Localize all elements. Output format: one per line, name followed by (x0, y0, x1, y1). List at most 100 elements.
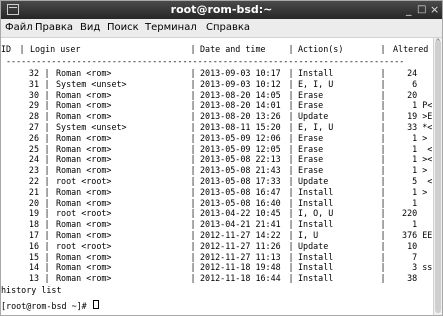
column-separator: | (44, 208, 50, 219)
row-date-time: 2013-04-21 21:41 (200, 219, 281, 230)
row-id: 20 (28, 197, 39, 208)
header-login-user: Login user (30, 44, 81, 54)
row-login-user: Roman <rom> (56, 132, 112, 143)
row-action: I, O, U (298, 208, 334, 219)
menu-edit[interactable]: Правка (35, 21, 73, 34)
row-date-time: 2013-09-03 10:17 (200, 68, 281, 78)
column-separator: | (44, 165, 50, 176)
menu-bar: Файл Правка Вид Поиск Терминал Справка (1, 19, 442, 38)
column-separator: | (190, 165, 196, 176)
row-login-user: Roman <rom> (56, 230, 112, 240)
menu-view[interactable]: Вид (80, 21, 100, 34)
row-action: Erase (298, 165, 324, 176)
column-separator: | (380, 165, 386, 176)
header-actions: Action(s) (298, 44, 344, 54)
column-separator: | (288, 262, 294, 273)
column-separator: | (380, 111, 386, 122)
row-login-user: Roman <rom> (56, 143, 112, 154)
row-date-time: 2013-08-20 14:05 (200, 89, 281, 100)
column-separator: | (288, 176, 294, 186)
column-separator: | (190, 111, 196, 122)
row-action: Install (298, 186, 334, 197)
column-separator: | (44, 100, 50, 111)
column-separator: | (190, 78, 196, 89)
header-divider: ----------------------------------------… (6, 56, 405, 66)
table-row: 14 | Roman <rom> | 2012-11-18 19:48 | Install |… (1, 262, 433, 272)
scroll-up-arrow-icon[interactable]: ^ (435, 38, 442, 46)
row-id: 18 (28, 219, 39, 230)
column-separator: | (190, 208, 196, 219)
column-separator: | (190, 176, 196, 186)
row-altered: 38 (397, 273, 418, 284)
row-id: 14 (28, 262, 39, 273)
column-separator: | (288, 89, 294, 100)
row-login-user: root <root> (56, 240, 112, 251)
table-row: 30 | Roman <rom> | 2013-08-20 14:05 | Erase | 2… (1, 90, 433, 100)
column-separator: | (380, 100, 386, 111)
column-separator: | (380, 154, 386, 165)
row-id: 17 (28, 230, 39, 240)
title-bar[interactable]: root@rom-bsd:~ _ □ × (1, 1, 442, 19)
column-separator: | (190, 262, 196, 273)
table-row: 15 | Roman <rom> | 2012-11-27 11:13 | Install |… (1, 252, 433, 262)
column-separator: | (380, 208, 386, 219)
menu-terminal[interactable]: Терминал (145, 21, 197, 34)
vertical-scrollbar[interactable]: ^ (433, 38, 442, 315)
row-date-time: 2012-11-27 11:13 (200, 251, 281, 262)
row-id: 24 (28, 154, 39, 165)
column-separator: | (190, 251, 196, 262)
table-row: 21 | Roman <rom> | 2013-05-08 16:47 | Install |… (1, 187, 433, 197)
row-id: 32 (28, 68, 39, 78)
row-login-user: Roman <rom> (56, 165, 112, 176)
row-altered: 5 < (397, 176, 433, 186)
row-altered: 10 (397, 240, 418, 251)
column-separator: | (380, 186, 386, 197)
table-row: 29 | Roman <rom> | 2013-08-20 14:01 | Erase | 1… (1, 100, 433, 110)
row-date-time: 2012-11-27 14:22 (200, 230, 281, 240)
row-altered: 20 (397, 89, 418, 100)
row-altered: 1 > (397, 132, 428, 143)
column-separator: | (288, 165, 294, 176)
row-date-time: 2012-11-18 19:48 (200, 262, 281, 273)
terminal-output[interactable]: ID | Login user | Date and time | Action… (1, 38, 433, 315)
menu-search[interactable]: Поиск (107, 21, 139, 34)
row-altered: 1 < (397, 143, 433, 154)
column-separator: | (380, 197, 386, 208)
column-separator: | (44, 240, 50, 251)
menu-file[interactable]: Файл (5, 21, 33, 34)
table-row: 27 | System <unset> | 2013-08-11 15:20 | E, I,… (1, 122, 433, 132)
row-date-time: 2012-11-27 11:26 (200, 240, 281, 251)
table-row: 25 | Roman <rom> | 2013-05-09 12:05 | Erase | 1… (1, 144, 433, 154)
column-separator: | (190, 230, 196, 240)
row-date-time: 2013-05-08 21:43 (200, 165, 281, 176)
column-separator: | (380, 44, 386, 54)
column-separator: | (380, 251, 386, 262)
shell-prompt-line[interactable]: [root@rom-bsd ~]# (1, 294, 99, 311)
row-date-time: 2013-05-08 22:13 (200, 154, 281, 165)
row-login-user: Roman <rom> (56, 100, 112, 111)
row-login-user: Roman <rom> (56, 154, 112, 165)
row-altered: 19 >E (397, 111, 433, 122)
row-action: Erase (298, 154, 324, 165)
column-separator: | (190, 197, 196, 208)
maximize-button[interactable]: □ (417, 2, 426, 17)
scrollbar-thumb[interactable] (435, 40, 441, 313)
column-separator: | (44, 122, 50, 132)
row-date-time: 2012-11-18 16:44 (200, 273, 281, 284)
row-id: 21 (28, 186, 39, 197)
row-action: Update (298, 176, 329, 186)
row-action: Install (298, 251, 334, 262)
row-login-user: Roman <rom> (56, 89, 112, 100)
minimize-button[interactable]: _ (406, 2, 412, 17)
header-altered: Altered (393, 44, 429, 54)
row-date-time: 2013-05-09 12:05 (200, 143, 281, 154)
close-button[interactable]: × (430, 2, 439, 17)
row-date-time: 2013-04-22 10:45 (200, 208, 281, 219)
row-login-user: System <unset> (56, 122, 127, 132)
row-altered: 1 >< (397, 154, 433, 165)
column-separator: | (380, 262, 386, 273)
menu-help[interactable]: Справка (206, 21, 250, 34)
row-login-user: Roman <rom> (56, 111, 112, 122)
column-separator: | (288, 44, 294, 54)
row-id: 28 (28, 111, 39, 122)
